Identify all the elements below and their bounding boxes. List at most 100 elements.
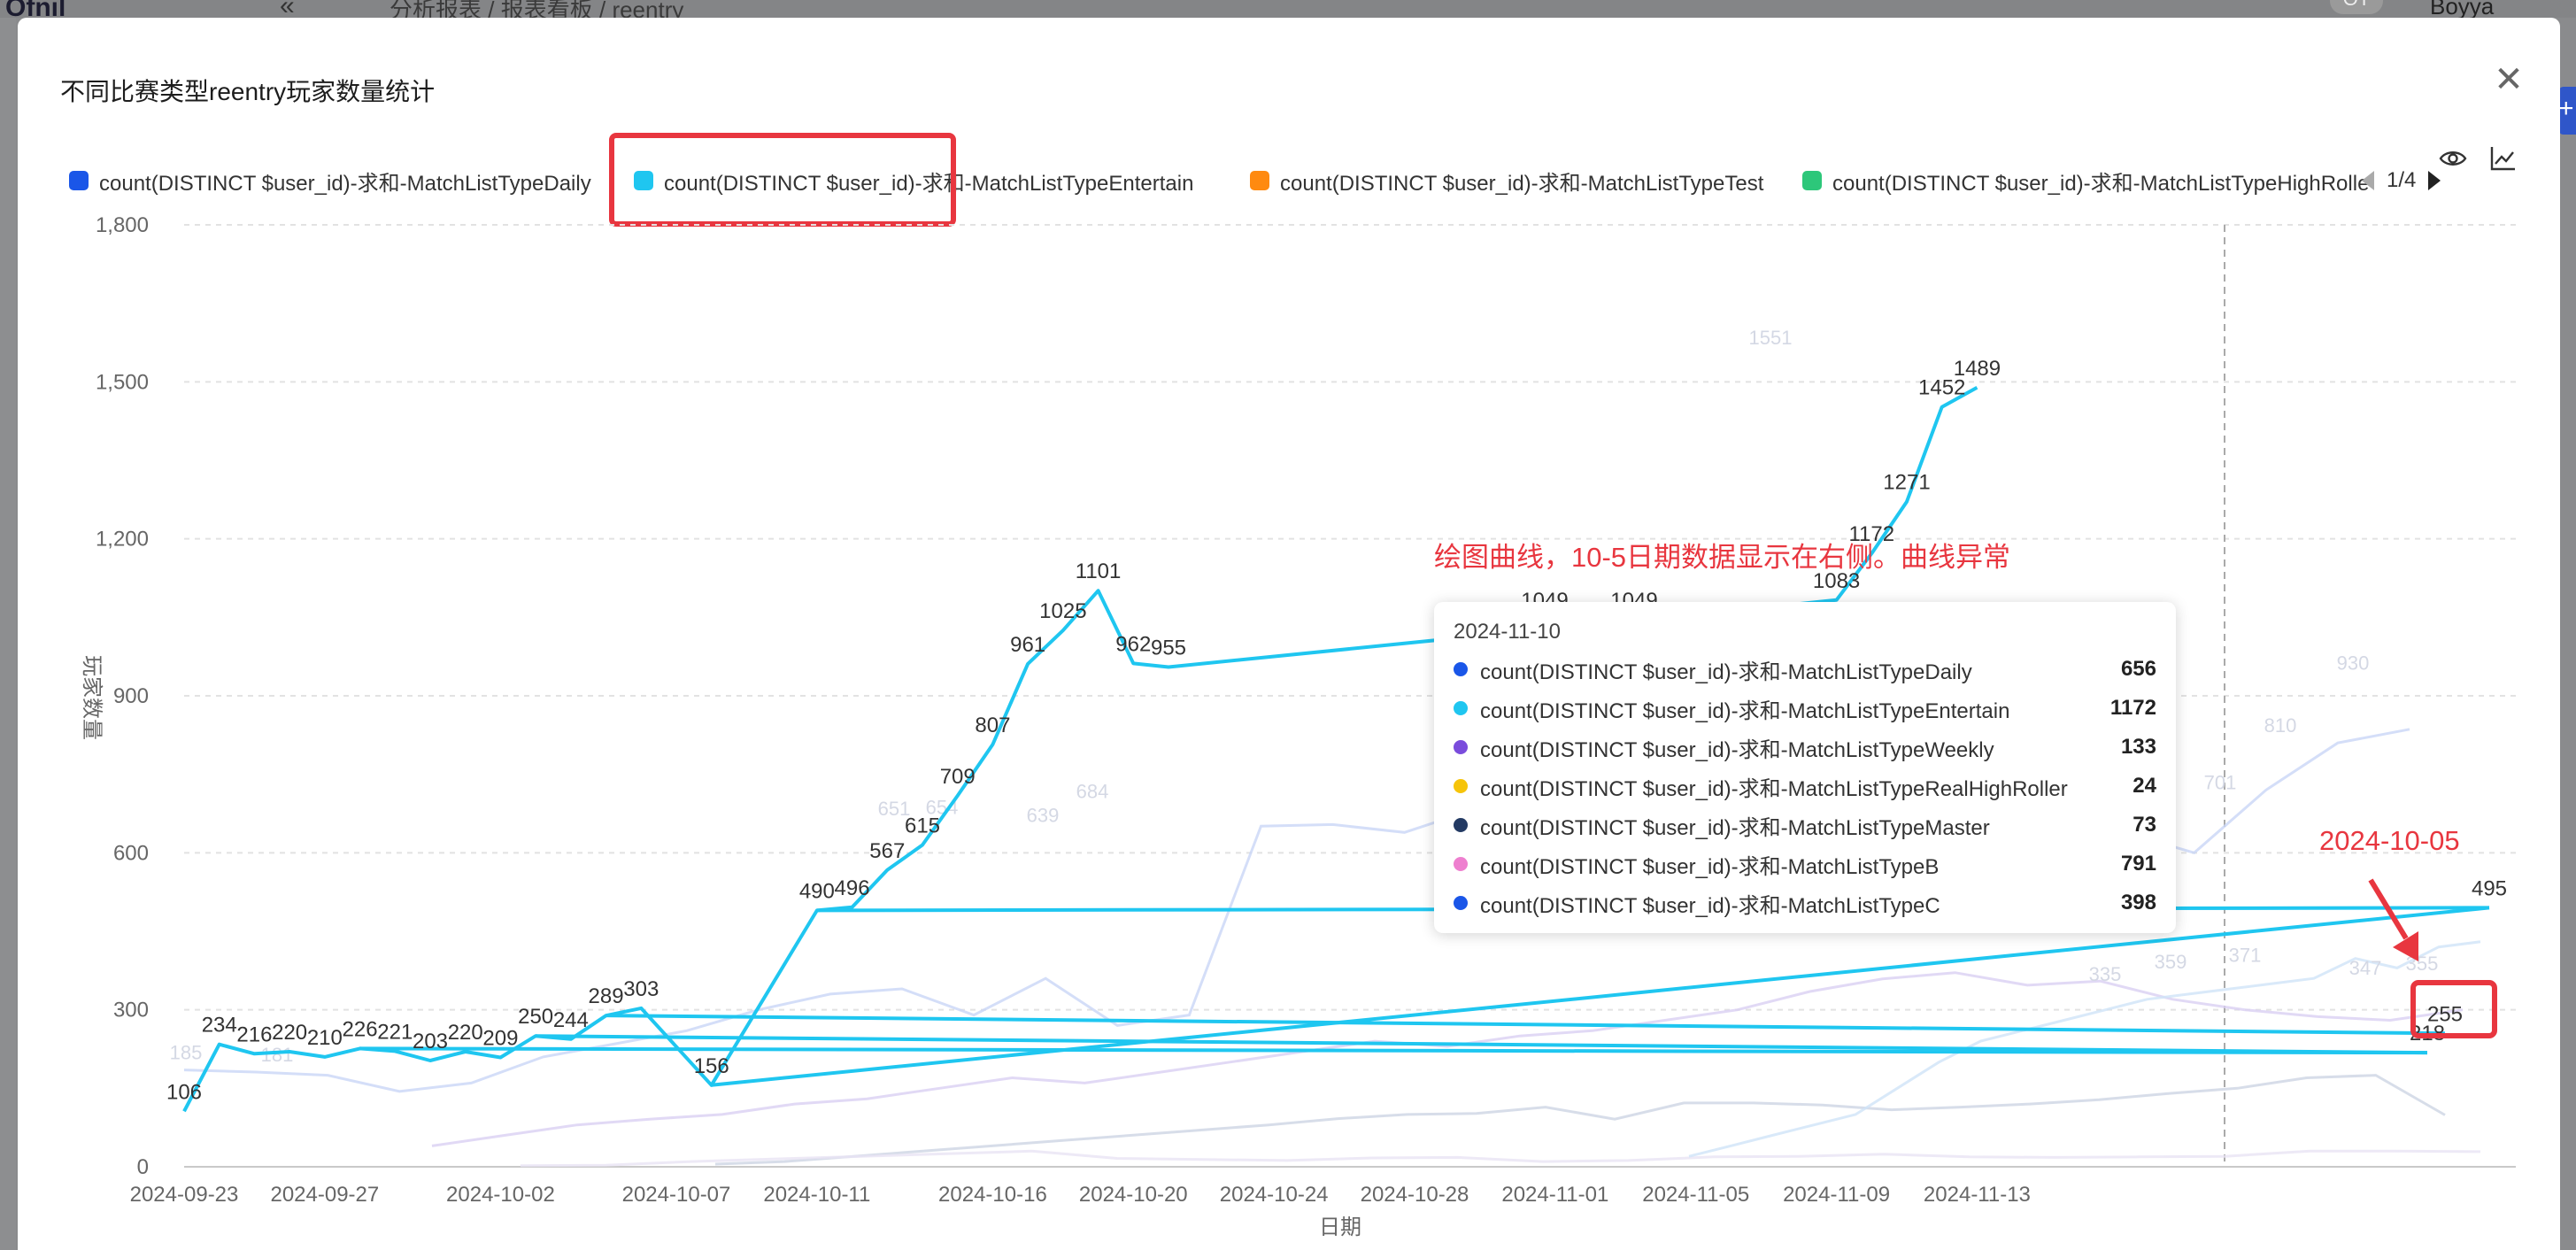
faded-point-label: 639 [1027, 804, 1060, 826]
tooltip-series-value: 656 [2120, 657, 2156, 681]
annotation-note: 绘图曲线，10-5日期数据显示在右侧。曲线异常 [1434, 542, 2010, 573]
data-point-label: 244 [553, 1008, 589, 1032]
data-point-label: 209 [482, 1026, 518, 1050]
tooltip-series-value: 24 [2133, 774, 2156, 798]
data-point-label: 1489 [1954, 357, 2001, 381]
y-tick-label: 600 [113, 841, 149, 865]
data-point-label: 220 [272, 1021, 307, 1045]
y-tick-label: 900 [113, 684, 149, 708]
data-point-label: 250 [518, 1005, 553, 1029]
x-tick-label: 2024-10-02 [446, 1183, 555, 1207]
y-axis-label: 玩家数量 [80, 655, 104, 740]
data-point-label: 210 [307, 1026, 343, 1050]
data-point-label: 156 [694, 1054, 729, 1078]
annotation-date-callout: 2024-10-05 [2319, 825, 2460, 856]
data-point-label: 496 [835, 876, 870, 900]
tooltip-series-name: count(DISTINCT $user_id)-求和-MatchListTyp… [1480, 737, 1994, 762]
tooltip-row: count(DISTINCT $user_id)-求和-MatchListTyp… [1454, 887, 2156, 919]
faded-point-label: 701 [2204, 772, 2237, 794]
data-point-label: 495 [2472, 876, 2507, 900]
faded-series-line [520, 1149, 2481, 1168]
data-point-label: 961 [1010, 633, 1045, 657]
tooltip-series-name: count(DISTINCT $user_id)-求和-MatchListTyp… [1480, 698, 2010, 723]
tooltip-series-name: count(DISTINCT $user_id)-求和-MatchListTyp… [1480, 854, 1940, 879]
tooltip-dot [1454, 701, 1468, 715]
x-tick-label: 2024-11-13 [1924, 1183, 2031, 1207]
data-point-label: 203 [413, 1030, 448, 1053]
data-point-label: 289 [589, 984, 624, 1008]
data-point-label: 226 [343, 1017, 378, 1041]
faded-point-label: 371 [2229, 945, 2262, 967]
faded-point-label: 185 [170, 1042, 203, 1064]
tooltip-series-value: 73 [2133, 813, 2156, 837]
tooltip-row: count(DISTINCT $user_id)-求和-MatchListTyp… [1454, 731, 2156, 763]
data-point-label: 1025 [1039, 599, 1086, 623]
faded-series-line [714, 1074, 2446, 1166]
faded-point-label: 684 [1076, 781, 1109, 803]
faded-point-label: 1551 [1749, 327, 1793, 349]
faded-point-label: 347 [2349, 957, 2382, 979]
x-axis-label: 日期 [1319, 1215, 1361, 1239]
y-tick-label: 300 [113, 999, 149, 1022]
tooltip-series-value: 133 [2120, 735, 2156, 759]
data-point-label: 234 [202, 1014, 237, 1038]
chart-tooltip: 2024-11-10 count(DISTINCT $user_id)-求和-M… [1434, 602, 2176, 933]
data-point-label: 807 [975, 714, 1010, 737]
tooltip-series-name: count(DISTINCT $user_id)-求和-MatchListTyp… [1480, 893, 1940, 918]
data-point-label: 1101 [1076, 559, 1122, 583]
x-tick-label: 2024-11-05 [1642, 1183, 1749, 1207]
tooltip-series-value: 791 [2120, 852, 2156, 876]
x-tick-label: 2024-09-27 [270, 1183, 379, 1207]
faded-point-label: 359 [2155, 951, 2187, 973]
series-anomaly-line [605, 1014, 2446, 1036]
y-tick-label: 1,500 [96, 370, 149, 394]
tooltip-row: count(DISTINCT $user_id)-求和-MatchListTyp… [1454, 848, 2156, 880]
tooltip-row: count(DISTINCT $user_id)-求和-MatchListTyp… [1454, 653, 2156, 685]
data-point-label: 106 [166, 1080, 202, 1104]
faded-point-label: 810 [2264, 714, 2297, 737]
tooltip-series-name: count(DISTINCT $user_id)-求和-MatchListTyp… [1480, 776, 2068, 801]
tooltip-dot [1454, 818, 1468, 832]
x-axis-tick-labels: 2024-09-23 2024-09-27 2024-10-02 2024-10-07… [130, 1183, 2031, 1207]
x-tick-label: 2024-10-24 [1220, 1183, 1329, 1207]
x-tick-label: 2024-10-11 [763, 1183, 870, 1207]
tooltip-row: count(DISTINCT $user_id)-求和-MatchListTyp… [1454, 809, 2156, 841]
data-point-label: 962 [1115, 632, 1151, 656]
data-point-label: 955 [1151, 636, 1186, 660]
tooltip-row: count(DISTINCT $user_id)-求和-MatchListTyp… [1454, 692, 2156, 724]
faded-point-label: 930 [2337, 652, 2370, 674]
tooltip-series-name: count(DISTINCT $user_id)-求和-MatchListTyp… [1480, 660, 1972, 684]
x-tick-label: 2024-09-23 [130, 1183, 239, 1207]
y-tick-label: 0 [137, 1155, 149, 1179]
tooltip-dot [1454, 896, 1468, 910]
data-point-label: 567 [869, 839, 905, 863]
data-point-label: 490 [799, 879, 835, 903]
data-point-label: 1271 [1883, 471, 1930, 495]
y-tick-label: 1,200 [96, 528, 149, 552]
tooltip-series-value: 398 [2120, 891, 2156, 914]
data-point-label: 709 [940, 765, 976, 789]
data-point-label: 216 [236, 1022, 272, 1046]
tooltip-date: 2024-11-10 [1454, 620, 1561, 644]
data-point-label: 303 [623, 977, 659, 1001]
x-tick-label: 2024-10-28 [1361, 1183, 1469, 1207]
x-tick-label: 2024-10-07 [622, 1183, 731, 1207]
x-tick-label: 2024-10-16 [938, 1183, 1047, 1207]
tooltip-dot [1454, 779, 1468, 793]
y-tick-label: 1,800 [96, 213, 149, 237]
series-anomaly-line [711, 906, 2490, 1087]
line-chart: 03006009001,2001,5001,800 2024-09-23 2024… [80, 213, 2516, 1239]
faded-point-label: 335 [2089, 963, 2122, 985]
data-point-label: 221 [377, 1020, 413, 1044]
tooltip-row: count(DISTINCT $user_id)-求和-MatchListTyp… [1454, 770, 2156, 802]
tooltip-series-value: 1172 [2109, 696, 2156, 720]
tooltip-dot [1454, 857, 1468, 871]
x-tick-label: 2024-11-01 [1501, 1183, 1608, 1207]
tooltip-dot [1454, 740, 1468, 754]
data-point-label: 220 [448, 1021, 483, 1045]
x-tick-label: 2024-11-09 [1783, 1183, 1890, 1207]
data-point-label: 615 [905, 814, 940, 837]
tooltip-dot [1454, 662, 1468, 676]
tooltip-series-name: count(DISTINCT $user_id)-求和-MatchListTyp… [1480, 815, 1990, 840]
x-tick-label: 2024-10-20 [1079, 1183, 1188, 1207]
